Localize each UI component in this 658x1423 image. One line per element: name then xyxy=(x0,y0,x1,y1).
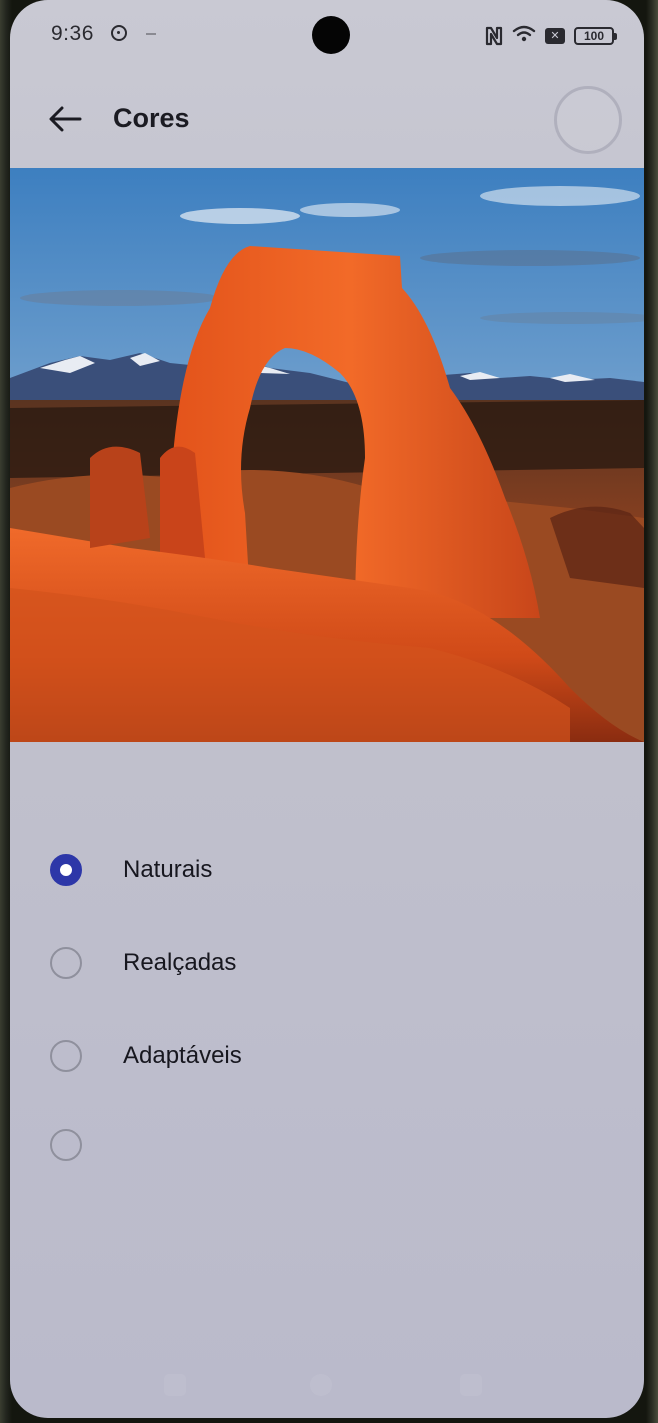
screen: 9:36 ✕ 100 Cores Naturais Realçadas Adap… xyxy=(10,0,644,1418)
status-icons: ✕ 100 xyxy=(485,24,617,47)
status-bar: 9:36 ✕ 100 xyxy=(10,0,644,72)
back-button[interactable] xyxy=(40,92,92,144)
option-label: Adaptáveis xyxy=(123,1042,242,1069)
mute-icon: ✕ xyxy=(545,27,565,44)
back-arrow-icon xyxy=(49,106,82,132)
radio-button[interactable] xyxy=(50,947,82,979)
color-preview-image xyxy=(10,168,644,742)
status-time: 9:36 xyxy=(51,22,94,45)
radio-button-selected[interactable] xyxy=(50,854,82,886)
radio-button[interactable] xyxy=(50,1129,82,1161)
radio-button[interactable] xyxy=(50,1040,82,1072)
recents-nav-icon[interactable] xyxy=(164,1374,186,1396)
nfc-icon xyxy=(485,26,503,46)
home-nav-icon[interactable] xyxy=(310,1374,332,1396)
settings-icon xyxy=(111,25,127,41)
option-realcadas[interactable]: Realçadas xyxy=(10,915,644,1008)
status-dash xyxy=(146,33,156,35)
battery-icon: 100 xyxy=(574,26,617,45)
header-action-circle[interactable] xyxy=(554,86,622,154)
back-nav-icon[interactable] xyxy=(460,1374,482,1396)
option-naturais[interactable]: Naturais xyxy=(10,822,644,915)
option-adaptaveis[interactable]: Adaptáveis xyxy=(10,1008,644,1101)
option-label: Naturais xyxy=(123,856,213,883)
option-unlabeled[interactable] xyxy=(10,1097,644,1190)
app-header: Cores xyxy=(10,72,644,168)
page-title: Cores xyxy=(113,103,190,133)
option-label: Realçadas xyxy=(123,949,237,976)
wifi-icon xyxy=(512,24,536,47)
camera-cutout xyxy=(312,16,350,54)
navigation-bar xyxy=(10,1370,644,1400)
